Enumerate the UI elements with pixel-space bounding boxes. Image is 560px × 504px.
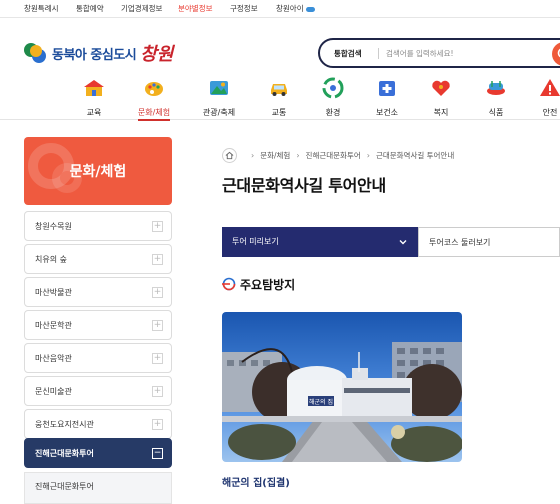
site-photo: 해군의 집 [222, 312, 462, 462]
breadcrumb: › 문화/체험 › 진해근대문화투어 › 근대문화역사길 투어안내 [222, 147, 455, 163]
expand-plus-icon[interactable]: + [152, 320, 163, 331]
sidebar-item-art-museum[interactable]: 문신미술관 + [24, 376, 172, 406]
topbar-link-business[interactable]: 기업경제정보 [121, 3, 162, 14]
nav-label: 환경 [325, 108, 341, 117]
topbar-link-changwon[interactable]: 창원특례시 [24, 3, 59, 14]
nav-item-traffic[interactable]: 교통 [251, 76, 307, 119]
nav-item-safety[interactable]: 안전 [522, 76, 560, 119]
search-bar: 통합검색 [318, 38, 560, 68]
chevron-right-icon: › [251, 150, 255, 160]
nav-label: 문화/체험 [137, 107, 171, 121]
warning-icon [540, 79, 560, 96]
logo-text: 동북아 중심도시 [52, 47, 137, 63]
search-icon [557, 48, 560, 58]
nav-item-education[interactable]: 교육 [66, 76, 122, 119]
nav-label: 복지 [433, 108, 449, 117]
car-icon [271, 84, 287, 96]
sidebar-item-music-hall[interactable]: 마산음악관 + [24, 343, 172, 373]
section-bullet-icon [222, 277, 236, 291]
nav-label: 안전 [542, 108, 558, 117]
nav-item-food[interactable]: 식품 [468, 76, 524, 119]
chevron-right-icon: › [296, 150, 300, 160]
nav-label: 식품 [488, 108, 504, 117]
sidebar-title: 문화/체험 [69, 164, 127, 180]
sidebar-subitem-jinhae-tour[interactable]: 진해근대문화투어 [24, 472, 172, 504]
expand-plus-icon[interactable]: + [152, 287, 163, 298]
navy-house-photo: 해군의 집 [222, 312, 462, 462]
sidebar-item-pottery-hall[interactable]: 웅천도요지전시관 + [24, 409, 172, 439]
tourism-icon [210, 81, 228, 95]
cloud-icon [305, 6, 315, 12]
expand-plus-icon[interactable]: + [152, 254, 163, 265]
search-label: 통합검색 [334, 49, 362, 58]
section-heading: 주요탐방지 [222, 276, 295, 292]
category-nav: 교육 문화/체험 관광/축제 교통 환경 보건소 복지 식품 안전 [0, 76, 560, 121]
collapse-minus-icon[interactable]: − [152, 448, 163, 459]
breadcrumb-item-current: 근대문화역사길 투어안내 [375, 150, 455, 160]
tab-tour-course[interactable]: 투어코스 둘러보기 [418, 227, 560, 257]
nav-label: 교통 [271, 108, 287, 117]
chevron-down-icon [399, 240, 407, 245]
sidebar-item-label: 창원수목원 [35, 222, 72, 231]
sidebar-item-label: 문신미술관 [35, 387, 72, 396]
topbar-link-label: 창원아이 [276, 4, 304, 13]
expand-plus-icon[interactable]: + [152, 221, 163, 232]
tab-tour-preview[interactable]: 투어 미리보기 [222, 227, 418, 257]
search-divider [378, 48, 379, 59]
search-button[interactable] [552, 42, 560, 66]
chevron-right-icon: › [366, 150, 370, 160]
expand-plus-icon[interactable]: + [152, 419, 163, 430]
topbar-link-district[interactable]: 구정정보 [230, 3, 258, 14]
nav-item-health[interactable]: 보건소 [359, 76, 415, 119]
logo-script: 창원 [140, 44, 174, 65]
sidebar-item-literature-hall[interactable]: 마산문학관 + [24, 310, 172, 340]
culture-palette-icon [145, 82, 163, 96]
nav-label: 교육 [86, 108, 102, 117]
recycle-icon [322, 77, 344, 99]
topbar-link-reservation[interactable]: 통합예약 [76, 3, 104, 14]
sidebar-item-label: 마산음악관 [35, 354, 72, 363]
sidebar-item-healing-forest[interactable]: 치유의 숲 + [24, 244, 172, 274]
expand-plus-icon[interactable]: + [152, 353, 163, 364]
sidebar-item-jinhae-tour[interactable]: 진해근대문화투어 − [24, 438, 172, 468]
welfare-heart-icon [432, 80, 450, 96]
page-title: 근대문화역사길 투어안내 [222, 176, 386, 195]
tab-label: 투어 미리보기 [232, 237, 279, 246]
svg-text:해군의 집: 해군의 집 [309, 398, 333, 406]
sidebar-item-label: 마산박물관 [35, 288, 72, 297]
site-header: 동북아 중심도시 창원 통합검색 교육 [0, 18, 560, 121]
sidebar-subitem-label: 진해근대문화투어 [35, 482, 94, 491]
sidebar-header: 문화/체험 [24, 137, 172, 205]
food-icon [487, 81, 505, 95]
tab-label: 투어코스 둘러보기 [429, 238, 491, 247]
breadcrumb-item[interactable]: 진해근대문화투어 [306, 150, 361, 161]
sidebar-item-label: 진해근대문화투어 [35, 449, 94, 458]
nav-item-environment[interactable]: 환경 [305, 76, 361, 119]
nav-item-culture[interactable]: 문화/체험 [126, 76, 182, 121]
health-center-icon [379, 81, 395, 96]
sidebar-item-label: 치유의 숲 [35, 255, 67, 264]
topbar-link-changwon-kids[interactable]: 창원아이 [276, 3, 315, 14]
sidebar-item-masan-museum[interactable]: 마산박물관 + [24, 277, 172, 307]
logo-mark-icon [24, 41, 48, 65]
nav-item-welfare[interactable]: 복지 [413, 76, 469, 119]
expand-plus-icon[interactable]: + [152, 386, 163, 397]
sidebar-item-arboretum[interactable]: 창원수목원 + [24, 211, 172, 241]
site-logo[interactable]: 동북아 중심도시 창원 [24, 40, 173, 66]
nav-label: 보건소 [375, 108, 399, 117]
breadcrumb-item[interactable]: 문화/체험 [260, 150, 290, 161]
topbar-link-field-info[interactable]: 분야별정보 [178, 3, 213, 14]
home-icon[interactable] [222, 147, 237, 163]
sidebar-item-label: 마산문학관 [35, 321, 72, 330]
photo-caption: 해군의 집(집결) [222, 478, 290, 489]
nav-label: 관광/축제 [202, 108, 236, 117]
top-utility-bar: 창원특례시 통합예약 기업경제정보 분야별정보 구정정보 창원아이 [0, 0, 560, 18]
nav-item-tourism[interactable]: 관광/축제 [191, 76, 247, 119]
sidebar-item-label: 웅천도요지전시관 [35, 420, 94, 429]
section-title: 주요탐방지 [240, 277, 296, 292]
school-icon [84, 80, 104, 96]
search-input[interactable] [386, 45, 546, 61]
